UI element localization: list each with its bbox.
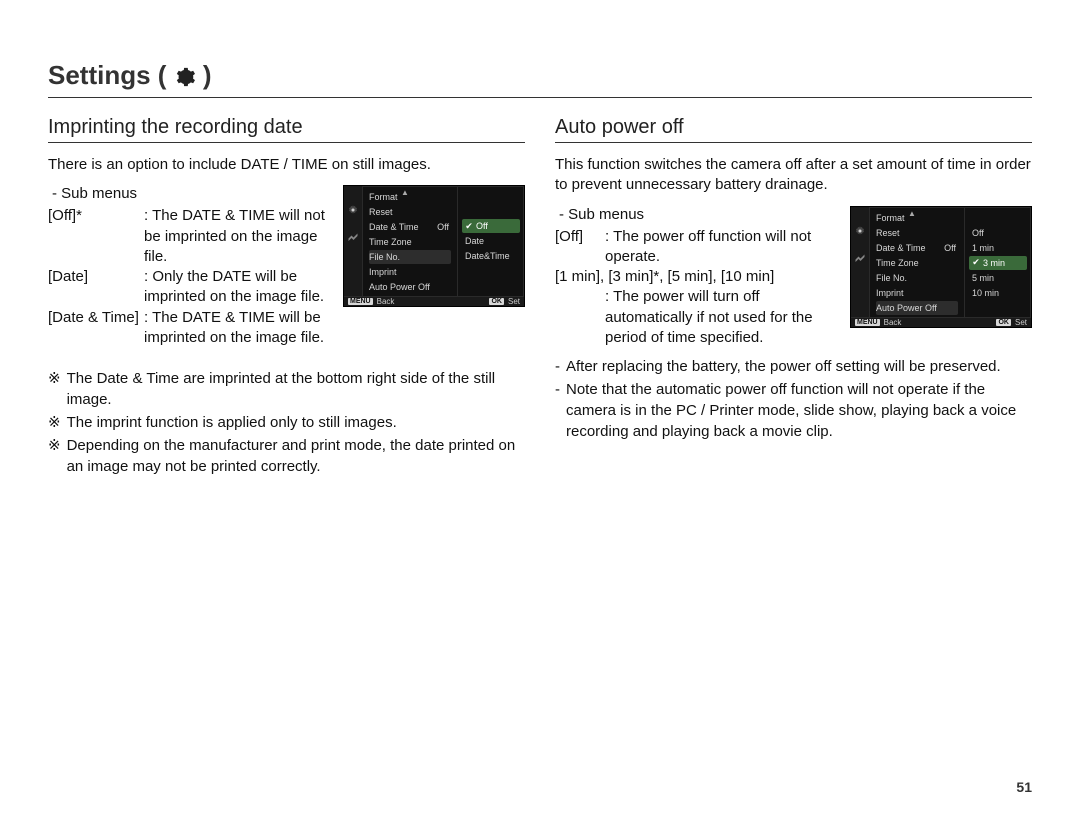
- submenu-key: [Off]*: [48, 206, 144, 267]
- reference-mark-icon: ※: [48, 368, 61, 410]
- scroll-up-caret-icon: ▲: [851, 209, 973, 218]
- cam-menu-item: Time Zone: [876, 258, 919, 268]
- cam-menu-item: Reset: [369, 207, 393, 217]
- submenu-val: : The power will turn off automatically …: [555, 287, 838, 348]
- scroll-up-caret-icon: ▲: [344, 188, 466, 197]
- ok-key-icon: OK: [489, 298, 504, 305]
- submenu-block: - Sub menus [Off]* : The DATE & TIME wil…: [48, 185, 525, 348]
- cam-option: 1 min: [969, 241, 1027, 255]
- submenu-key: [Date]: [48, 267, 144, 308]
- cam-menu-list: Format Reset Date & TimeOff Time Zone Fi…: [870, 207, 964, 317]
- cam-menu-item: Date & Time: [369, 222, 419, 232]
- cam-footer-back: Back: [884, 318, 902, 327]
- cam-option: 10 min: [969, 286, 1027, 300]
- submenu-row: [Off] : The power off function will not …: [555, 227, 838, 268]
- tool-icon: [854, 251, 866, 265]
- cam-side-icons: [851, 207, 870, 317]
- bullet-block: -After replacing the battery, the power …: [555, 356, 1032, 442]
- cam-option-selected: ✔3 min: [969, 256, 1027, 270]
- submenu-val: : Only the DATE will be imprinted on the…: [144, 267, 331, 308]
- ok-key-icon: OK: [996, 319, 1011, 326]
- cam-footer-back: Back: [377, 297, 395, 306]
- cam-menu-item: Imprint: [876, 288, 904, 298]
- cam-option: 5 min: [969, 271, 1027, 285]
- bullet-item: -Note that the automatic power off funct…: [555, 379, 1032, 442]
- cam-footer: MENU Back OK Set: [851, 317, 1031, 327]
- cam-option-panel: Off 1 min ✔3 min 5 min 10 min: [964, 207, 1031, 317]
- bullet-item: -After replacing the battery, the power …: [555, 356, 1032, 377]
- check-icon: ✔: [465, 221, 473, 232]
- submenu-val: : The DATE & TIME will not be imprinted …: [144, 206, 331, 267]
- submenu-block: - Sub menus [Off] : The power off functi…: [555, 206, 1032, 349]
- section-title-imprint: Imprinting the recording date: [48, 116, 525, 143]
- dash-icon: -: [555, 379, 560, 442]
- camera-menu-screenshot: ▲ Format Reset: [850, 206, 1032, 328]
- cam-footer: MENU Back OK Set: [344, 296, 524, 306]
- cam-menu-item: Reset: [876, 228, 900, 238]
- notes-block: ※The Date & Time are imprinted at the bo…: [48, 368, 525, 477]
- cam-menu-item: Auto Power Off: [369, 282, 430, 292]
- submenu-key: [Off]: [555, 227, 605, 268]
- cam-option-panel: ✔Off Date Date&Time: [457, 186, 524, 296]
- page-title: Settings ( ): [48, 60, 1032, 98]
- submenu-label: - Sub menus: [52, 185, 331, 202]
- manual-page: Settings ( ) Imprinting the recording da…: [0, 0, 1080, 815]
- menu-key-icon: MENU: [855, 319, 880, 326]
- dash-icon: -: [555, 356, 560, 377]
- cam-menu-list: Format Reset Date & TimeOff Time Zone Fi…: [363, 186, 457, 296]
- cam-menu-item: Time Zone: [369, 237, 412, 247]
- cam-option: Off: [969, 226, 1027, 240]
- submenu-label: - Sub menus: [559, 206, 838, 223]
- submenu-val: : The DATE & TIME will be imprinted on t…: [144, 308, 331, 349]
- cam-menu-item-highlight: Auto Power Off: [876, 303, 937, 313]
- note-item: ※The Date & Time are imprinted at the bo…: [48, 368, 525, 410]
- two-column-layout: Imprinting the recording date There is a…: [48, 116, 1032, 479]
- right-column: Auto power off This function switches th…: [555, 116, 1032, 479]
- gear-icon: [174, 62, 196, 93]
- gear-icon: [854, 225, 866, 239]
- intro-text: There is an option to include DATE / TIM…: [48, 155, 525, 175]
- page-title-prefix: Settings (: [48, 60, 166, 90]
- cam-menu-item: File No.: [876, 273, 907, 283]
- submenu-row: [Off]* : The DATE & TIME will not be imp…: [48, 206, 331, 267]
- submenu-list: [Off]* : The DATE & TIME will not be imp…: [48, 206, 331, 348]
- page-number: 51: [1016, 779, 1032, 795]
- cam-menu-item: Imprint: [369, 267, 397, 277]
- cam-side-icons: [344, 186, 363, 296]
- cam-option-selected: ✔Off: [462, 219, 520, 233]
- cam-footer-set: Set: [1015, 318, 1027, 327]
- reference-mark-icon: ※: [48, 435, 61, 477]
- page-title-suffix: ): [203, 60, 212, 90]
- cam-menu-item: Date & Time: [876, 243, 926, 253]
- submenu-val: : The power off function will not operat…: [605, 227, 838, 268]
- reference-mark-icon: ※: [48, 412, 61, 433]
- submenu-row: [Date] : Only the DATE will be imprinted…: [48, 267, 331, 308]
- left-column: Imprinting the recording date There is a…: [48, 116, 525, 479]
- submenu-row: [1 min], [3 min]*, [5 min], [10 min] : T…: [555, 267, 838, 348]
- cam-menu-item-highlight: File No.: [369, 252, 400, 262]
- menu-key-icon: MENU: [348, 298, 373, 305]
- check-icon: ✔: [972, 257, 980, 268]
- submenu-key-line: [1 min], [3 min]*, [5 min], [10 min]: [555, 267, 838, 287]
- note-item: ※Depending on the manufacturer and print…: [48, 435, 525, 477]
- cam-option: Date: [462, 234, 520, 248]
- cam-footer-set: Set: [508, 297, 520, 306]
- note-item: ※The imprint function is applied only to…: [48, 412, 525, 433]
- tool-icon: [347, 230, 359, 244]
- intro-text: This function switches the camera off af…: [555, 155, 1032, 196]
- submenu-list: [Off] : The power off function will not …: [555, 227, 838, 349]
- cam-option: Date&Time: [462, 249, 520, 263]
- gear-icon: [347, 204, 359, 218]
- submenu-row: [Date & Time] : The DATE & TIME will be …: [48, 308, 331, 349]
- camera-menu-screenshot: ▲ Format Reset: [343, 185, 525, 307]
- submenu-key: [Date & Time]: [48, 308, 144, 349]
- section-title-autopower: Auto power off: [555, 116, 1032, 143]
